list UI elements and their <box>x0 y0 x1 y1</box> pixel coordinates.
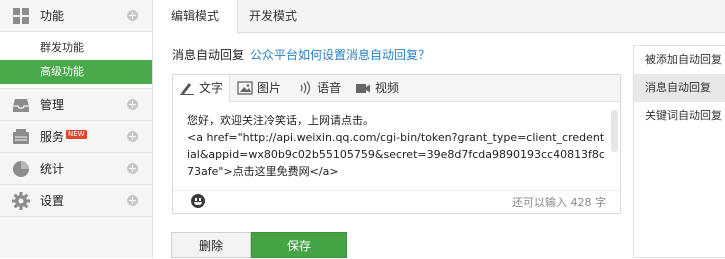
new-badge: NEW <box>66 130 87 139</box>
video-icon <box>356 84 370 93</box>
reply-type-panel: 被添加自动回复 消息自动回复 关键词自动回复 <box>633 45 725 258</box>
reply-text[interactable]: 您好，欢迎关注冷笑话，上网请点击。 <a href="http://api.we… <box>187 112 607 180</box>
sidebar-item-mass-send[interactable]: 群发功能 <box>0 36 152 60</box>
reply-type-keyword[interactable]: 关键词自动回复 <box>634 102 725 130</box>
nav-group-label: 功能 <box>40 9 65 23</box>
nav-group-settings[interactable]: 设置 <box>0 185 152 217</box>
page-title: 消息自动回复 <box>172 48 245 62</box>
pie-chart-icon <box>13 161 29 177</box>
nav-group-function[interactable]: 功能 <box>0 0 152 32</box>
sound-icon <box>300 81 311 95</box>
expand-icon[interactable] <box>127 163 138 174</box>
tool-label: 文字 <box>199 81 224 95</box>
tool-video[interactable]: 视频 <box>349 75 405 101</box>
help-link[interactable]: 公众平台如何设置消息自动回复？ <box>250 48 430 62</box>
sidebar: 功能 群发功能 高级功能 管理 服务 NEW 统计 设置 <box>0 0 153 258</box>
reply-type-message[interactable]: 消息自动回复 <box>634 74 725 102</box>
tab-dev-mode[interactable]: 开发模式 <box>231 0 315 33</box>
tool-label: 图片 <box>257 81 282 95</box>
editor-footer: 还可以输入 428 字 <box>173 191 620 213</box>
nav-group-label: 设置 <box>40 194 65 208</box>
delete-button[interactable]: 删除 <box>171 232 251 258</box>
expand-icon[interactable] <box>127 10 138 21</box>
pencil-icon <box>180 83 194 95</box>
editor-toolbar: 文字 图片 语音 视频 <box>173 75 620 102</box>
reply-content-area[interactable]: 您好，欢迎关注冷笑话，上网请点击。 <a href="http://api.we… <box>173 102 620 191</box>
mode-tabs: 编辑模式 开发模式 <box>153 0 725 34</box>
char-counter: 还可以输入 428 字 <box>512 196 606 209</box>
nav-group-label: 服务 <box>40 130 65 144</box>
reply-editor: 文字 图片 语音 视频 您好，欢迎关注冷笑话，上网请点击。 <a href="h… <box>172 74 621 214</box>
save-button[interactable]: 保存 <box>251 232 347 258</box>
content-scrollbar[interactable] <box>611 110 618 152</box>
tool-label: 语音 <box>317 81 342 95</box>
reply-type-added[interactable]: 被添加自动回复 <box>634 46 725 74</box>
gear-icon <box>12 192 30 210</box>
function-submenu: 群发功能 高级功能 <box>0 32 152 89</box>
tool-text[interactable]: 文字 <box>173 75 230 102</box>
image-icon <box>237 81 253 95</box>
inbox-icon <box>13 99 29 112</box>
expand-icon[interactable] <box>127 99 138 110</box>
nav-group-label: 统计 <box>40 162 65 176</box>
tool-label: 视频 <box>375 81 400 95</box>
page-title-line: 消息自动回复 公众平台如何设置消息自动回复？ <box>172 46 430 63</box>
emoji-icon[interactable] <box>191 194 205 208</box>
reply-text-line: <a href="http://api.weixin.qq.com/cgi-bi… <box>187 131 605 178</box>
server-icon <box>13 129 29 144</box>
tab-edit-mode[interactable]: 编辑模式 <box>153 0 239 34</box>
expand-icon[interactable] <box>127 131 138 142</box>
sidebar-item-advanced[interactable]: 高级功能 <box>0 60 152 84</box>
grid-icon <box>13 8 29 24</box>
nav-group-stats[interactable]: 统计 <box>0 153 152 185</box>
nav-group-service[interactable]: 服务 NEW <box>0 121 152 153</box>
tool-image[interactable]: 图片 <box>231 75 285 101</box>
nav-group-manage[interactable]: 管理 <box>0 89 152 121</box>
tool-voice[interactable]: 语音 <box>291 75 347 101</box>
reply-text-line: 您好，欢迎关注冷笑话，上网请点击。 <box>187 114 374 127</box>
nav-group-label: 管理 <box>40 98 65 112</box>
expand-icon[interactable] <box>127 195 138 206</box>
